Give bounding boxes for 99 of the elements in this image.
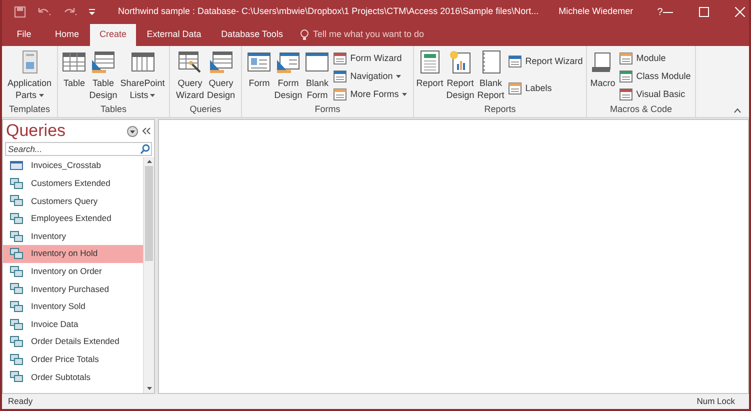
- scrollbar[interactable]: [143, 157, 154, 393]
- save-icon[interactable]: [14, 6, 26, 18]
- caret-icon: [38, 94, 44, 96]
- scroll-thumb[interactable]: [145, 166, 153, 261]
- query-icon: [10, 336, 23, 348]
- ribbon-button[interactable]: Query Wizard: [174, 50, 205, 101]
- ribbon-button[interactable]: Form: [246, 50, 272, 89]
- query-item[interactable]: Inventory Sold: [3, 298, 143, 316]
- query-item[interactable]: Employees Extended: [3, 210, 143, 228]
- ribbon-tab[interactable]: External Data: [136, 24, 212, 46]
- maximize-icon[interactable]: [698, 7, 709, 17]
- customize-menu-icon[interactable]: [88, 7, 96, 17]
- query-icon: [10, 213, 23, 224]
- query-icon: [10, 301, 23, 312]
- query-icon: [10, 195, 23, 206]
- window-icon: [508, 55, 522, 68]
- ribbon-tab[interactable]: Home: [44, 24, 90, 46]
- table-ruler-icon: [91, 50, 116, 74]
- query-item[interactable]: Inventory on Hold: [3, 244, 143, 263]
- query-item[interactable]: Invoice Data: [3, 315, 143, 333]
- query-item[interactable]: Customers Query: [3, 192, 143, 210]
- group-label: Forms: [314, 103, 340, 116]
- ribbon-button[interactable]: Visual Basic: [619, 86, 693, 103]
- group-label: Templates: [8, 103, 50, 116]
- window-icon: [619, 52, 634, 65]
- collapse-icon[interactable]: [734, 108, 741, 113]
- report-icon: [418, 50, 442, 74]
- group-label: Queries: [190, 103, 222, 116]
- window-title: Northwind sample : Database- C:\Users\mbwie\Dropbox\1 Projects\CTM\Access 2016\Sample files\Nort...: [118, 5, 539, 18]
- window-icon: [333, 88, 348, 101]
- window-icon: [333, 70, 348, 83]
- table-wand-icon: [178, 50, 202, 74]
- window-icon: [333, 52, 348, 65]
- query-icon: [10, 283, 23, 294]
- ribbon-button[interactable]: Table: [61, 50, 88, 89]
- ribbon-button[interactable]: Blank Report: [476, 50, 506, 101]
- chart-page-icon: [448, 50, 472, 74]
- user-name: Michele Wiedemer: [558, 5, 634, 18]
- undo-icon[interactable]: [36, 6, 52, 18]
- ribbon-button[interactable]: Labels: [508, 80, 585, 97]
- ribbon-tab[interactable]: Create: [90, 24, 136, 46]
- query-item[interactable]: Customers Extended: [3, 174, 143, 192]
- ribbon-button[interactable]: Report: [415, 50, 444, 89]
- status-text: Ready: [8, 395, 33, 408]
- window-icon: [619, 88, 634, 101]
- form-ruler-icon: [276, 50, 300, 74]
- caret-icon: [150, 94, 156, 96]
- ribbon-button[interactable]: More Forms: [333, 86, 409, 103]
- redo-icon[interactable]: [62, 6, 78, 18]
- ribbon-button[interactable]: Macro: [589, 50, 616, 89]
- query-icon: [10, 230, 23, 242]
- caret-icon: [396, 75, 401, 78]
- query-item[interactable]: Order Subtotals: [3, 368, 143, 386]
- ribbon-tab[interactable]: Database Tools: [212, 24, 292, 46]
- query-icon: [10, 371, 23, 382]
- ribbon-button[interactable]: Table Design: [88, 50, 118, 101]
- query-item[interactable]: Inventory: [3, 227, 143, 245]
- table-icon: [62, 50, 86, 74]
- ribbon-button[interactable]: Form Design: [273, 50, 304, 101]
- ribbon-button[interactable]: Blank Form: [304, 50, 330, 101]
- group-label: Reports: [484, 103, 516, 116]
- query-item[interactable]: Invoices_Crosstab: [3, 157, 143, 175]
- dropdown-icon[interactable]: [127, 126, 138, 136]
- lightbulb-icon: [300, 29, 309, 41]
- caret-icon: [402, 93, 407, 96]
- query-icon: [10, 354, 23, 365]
- ribbon-button[interactable]: Report Wizard: [508, 53, 585, 70]
- ribbon-button[interactable]: Navigation: [333, 68, 409, 85]
- ribbon-button[interactable]: Form Wizard: [333, 50, 409, 67]
- group-label: Tables: [100, 103, 126, 116]
- ribbon-button[interactable]: Module: [619, 50, 693, 67]
- ribbon-button[interactable]: Query Design: [206, 50, 236, 101]
- query-icon: [10, 178, 23, 189]
- query-icon: [10, 266, 23, 277]
- ribbon-button[interactable]: Class Module: [619, 68, 693, 85]
- close-icon[interactable]: [734, 7, 745, 17]
- form-icon: [247, 50, 272, 74]
- group-label: Macros & Code: [610, 103, 672, 116]
- ribbon-tab[interactable]: File: [4, 24, 44, 46]
- status-indicator: Num Lock: [696, 395, 736, 408]
- list-grid-icon: [130, 50, 154, 74]
- blank-form-icon: [305, 50, 330, 74]
- tell-me-field[interactable]: Tell me what you want to do: [313, 28, 424, 42]
- query-item[interactable]: Order Details Extended: [3, 332, 143, 351]
- query-item[interactable]: Order Price Totals: [3, 350, 143, 368]
- ribbon-button[interactable]: Report Design: [445, 50, 476, 101]
- table-ruler-icon: [209, 50, 233, 74]
- query-item[interactable]: Inventory on Order: [3, 262, 143, 280]
- query-item[interactable]: Inventory Purchased: [3, 280, 143, 298]
- crosstab-icon: [10, 160, 23, 172]
- ribbon-button[interactable]: SharePoint Lists: [119, 50, 166, 101]
- ribbon-button[interactable]: Application Parts: [6, 50, 53, 101]
- collapse-pane-icon[interactable]: [142, 127, 151, 135]
- pane-title: Queries: [6, 120, 66, 142]
- query-icon: [10, 248, 23, 260]
- query-icon: [10, 318, 23, 330]
- help-button[interactable]: ?: [657, 4, 663, 20]
- window-icon: [619, 70, 634, 83]
- window-icon: [508, 82, 522, 95]
